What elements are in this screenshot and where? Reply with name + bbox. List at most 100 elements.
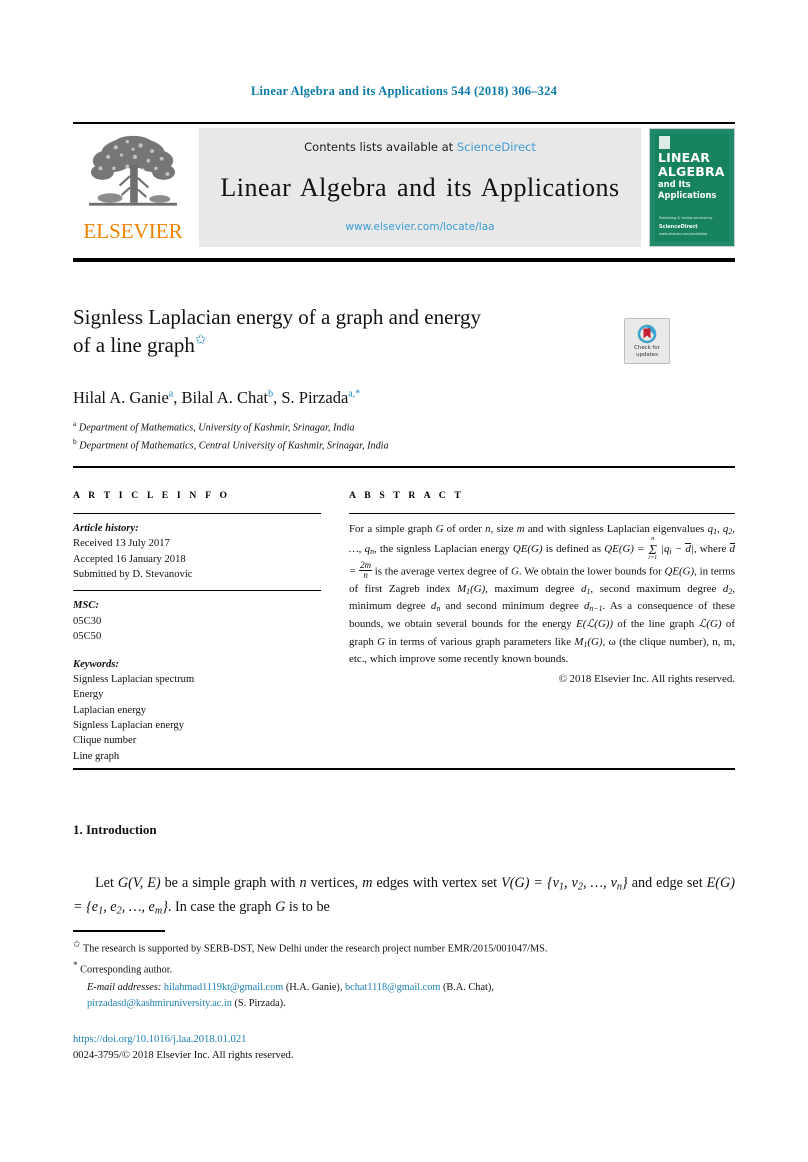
crossmark-badge[interactable]: Check for updates	[624, 318, 670, 364]
author-3-affiliation-mark: a,*	[348, 388, 361, 400]
abstract-bottom-rule	[73, 768, 735, 770]
funding-text: The research is supported by SERB-DST, N…	[82, 943, 548, 955]
issn-copyright-line: 0024-3795/© 2018 Elsevier Inc. All right…	[73, 1050, 294, 1062]
abs-t12: , second maximum degree	[590, 582, 723, 595]
email-link-1[interactable]: hilahmad1119kt@gmail.com	[164, 982, 283, 993]
keywords-label: Keywords:	[73, 658, 119, 670]
intro-t5: and edge set	[627, 875, 707, 891]
author-2-affiliation-mark: b	[268, 388, 274, 400]
journal-masthead: ELSEVIER Contents lists available at Sci…	[73, 122, 735, 250]
abs-zagreb2: M1(G)	[574, 635, 603, 649]
footnote-corresponding: * Corresponding author.	[73, 959, 735, 978]
author-list: Hilal A. Ganiea, Bilal A. Chatb, S. Pirz…	[73, 388, 361, 407]
article-history-submitted: Submitted by D. Stevanovic	[73, 569, 193, 581]
abs-t8: is the average vertex degree of	[372, 565, 512, 578]
page-title: Signless Laplacian energy of a graph and…	[73, 303, 593, 360]
masthead-bottom-rule	[73, 258, 735, 262]
journal-url-link[interactable]: www.elsevier.com/locate/laa	[345, 221, 494, 233]
abs-t18: in terms of various graph parameters lik…	[385, 635, 575, 648]
intro-sym-m: m	[362, 875, 373, 891]
email-owner-3: (S. Pirzada).	[234, 997, 286, 1009]
abs-t7: , where	[693, 542, 730, 555]
abs-dn: dn	[430, 600, 441, 614]
keywords-block: Keywords: Signless Laplacian spectrum En…	[73, 657, 321, 765]
keyword-item: Signless Laplacian spectrum	[73, 673, 195, 685]
abs-t5: , the signless Laplacian energy	[373, 542, 513, 555]
cover-line-4: Applications	[658, 190, 717, 201]
crossmark-line-1: Check for	[634, 344, 660, 351]
cover-line-2: ALGEBRA	[658, 163, 725, 179]
intro-t1: Let	[95, 875, 118, 891]
abs-t6: is defined as	[542, 542, 605, 555]
article-history-block: Article history: Received 13 July 2017 A…	[73, 521, 321, 582]
intro-t6: . In case the graph	[167, 899, 276, 916]
abs-t11: , maximum degree	[485, 582, 581, 595]
affiliation-list: a Department of Mathematics, University …	[73, 418, 693, 454]
footnote-block: ✩ The research is supported by SERB-DST,…	[73, 938, 735, 1011]
corresponding-text: Corresponding author.	[80, 964, 173, 976]
abstract-heading: A B S T R A C T	[349, 490, 464, 501]
info-rule	[73, 513, 321, 514]
intro-t2: be a simple graph with	[160, 875, 300, 891]
footnote-funding: ✩ The research is supported by SERB-DST,…	[73, 938, 735, 957]
cover-footer: Publishing & review services by ScienceD…	[659, 216, 728, 237]
affiliation-a-text: Department of Mathematics, University of…	[78, 422, 355, 434]
abs-t3: , size	[490, 523, 517, 535]
msc-block: MSC: 05C30 05C50	[73, 598, 321, 644]
keyword-item: Laplacian energy	[73, 704, 147, 716]
abs-sym-m: m	[516, 523, 525, 535]
article-info-heading: A R T I C L E I N F O	[73, 490, 231, 501]
email-link-3[interactable]: pirzadasd@kashmiruniversity.ac.in	[87, 998, 232, 1009]
intro-vertex-set: V(G) = {v1, v2, …, vn}	[501, 875, 628, 893]
abs-sym-G2: G	[511, 565, 519, 578]
doi-block: https://doi.org/10.1016/j.laa.2018.01.02…	[73, 1032, 735, 1065]
keyword-item: Signless Laplacian energy	[73, 719, 185, 731]
intro-sym-G: G	[275, 899, 286, 916]
keyword-item: Energy	[73, 689, 104, 701]
cover-line-1: LINEAR	[658, 150, 711, 165]
abstract-column: For a simple graph G of order n, size m …	[349, 513, 735, 689]
email-owner-1: (H.A. Ganie)	[285, 982, 340, 994]
footnote-rule	[73, 930, 165, 932]
email-link-2[interactable]: bchat1118@gmail.com	[345, 982, 440, 993]
affiliation-b: b Department of Mathematics, Central Uni…	[73, 436, 693, 454]
abs-t14: and second minimum degree	[440, 600, 584, 613]
msc-code-2: 05C50	[73, 631, 102, 643]
intro-t4: edges with vertex set	[372, 875, 502, 891]
journal-cover-thumbnail: LINEAR ALGEBRA and Its Applications Publ…	[649, 128, 735, 247]
author-3-name: S. Pirzada	[281, 388, 349, 407]
affiliation-a: a Department of Mathematics, University …	[73, 418, 693, 436]
crossmark-line-2: updates	[636, 351, 658, 358]
info-separator-1	[73, 590, 321, 592]
abs-line-energy: E(ℒ(G))	[576, 618, 613, 631]
abstract-rule	[349, 513, 735, 514]
sciencedirect-link[interactable]: ScienceDirect	[457, 140, 536, 154]
crossmark-logo-icon	[637, 324, 657, 344]
cover-line-3: and Its	[658, 179, 691, 189]
cover-title: LINEAR ALGEBRA and Its Applications	[658, 151, 730, 200]
intro-t3: vertices,	[306, 875, 363, 891]
doi-link[interactable]: https://doi.org/10.1016/j.laa.2018.01.02…	[73, 1032, 735, 1048]
abstract-copyright: © 2018 Elsevier Inc. All rights reserved…	[558, 673, 735, 686]
msc-label: MSC:	[73, 600, 99, 612]
cover-emblem-icon	[659, 136, 670, 149]
emails-label: E-mail addresses:	[87, 982, 162, 994]
msc-code-1: 05C30	[73, 615, 102, 627]
affiliation-b-mark: b	[73, 437, 77, 447]
contents-available-line: Contents lists available at ScienceDirec…	[304, 140, 536, 154]
abs-QE1: QE(G)	[512, 542, 543, 555]
intro-sym-GVE: G(V, E)	[117, 875, 161, 891]
abs-t1: For a simple graph	[349, 523, 436, 535]
footnote-emails: E-mail addresses: hilahmad1119kt@gmail.c…	[87, 982, 494, 1009]
title-footnote-star-icon: ✩	[194, 333, 207, 349]
abstract-body: For a simple graph G of order n, size m …	[349, 521, 735, 689]
title-line-1: Signless Laplacian energy of a graph and…	[73, 305, 482, 329]
crossmark-label: Check for updates	[634, 345, 660, 359]
introduction-heading: 1. Introduction	[73, 822, 157, 837]
affiliation-a-mark: a	[73, 419, 77, 428]
abs-t2: of order	[443, 523, 486, 535]
abs-d1: d1	[580, 582, 591, 596]
abs-QE2: QE(G)	[664, 565, 695, 578]
abs-t9: . We obtain the lower bounds for	[518, 565, 665, 578]
abs-line-graph: ℒ(G)	[698, 618, 722, 631]
